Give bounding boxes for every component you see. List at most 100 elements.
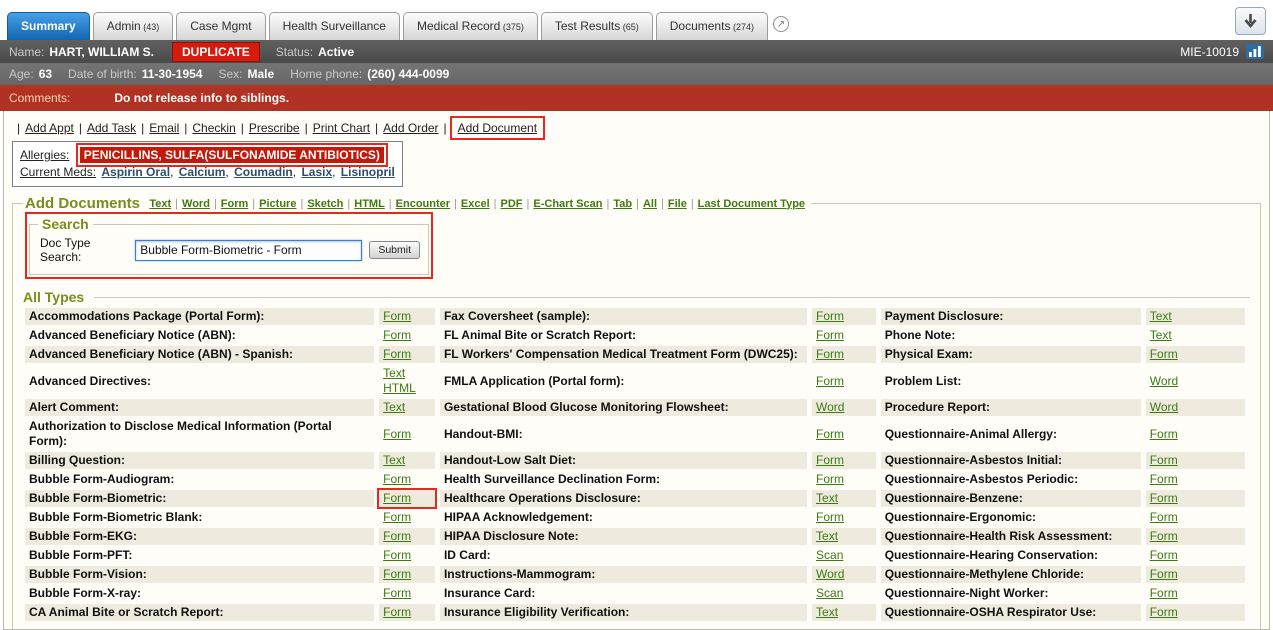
doc-type-link-form[interactable]: Form <box>383 567 411 581</box>
doc-type-link-scan[interactable]: Scan <box>816 548 843 562</box>
doc-type-link-form[interactable]: Form <box>383 309 411 323</box>
doc-type-link-form[interactable]: Form <box>1150 472 1178 486</box>
filter-picture[interactable]: Picture <box>259 198 296 210</box>
doc-type-link-form[interactable]: Form <box>1150 510 1178 524</box>
tab-test-results[interactable]: Test Results (65) <box>541 12 653 40</box>
duplicate-badge[interactable]: DUPLICATE <box>172 42 260 62</box>
filter-file[interactable]: File <box>668 198 687 210</box>
doc-type-link-text[interactable]: Text <box>1150 328 1172 342</box>
doc-type-link-form[interactable]: Form <box>383 548 411 562</box>
tab-medical-record[interactable]: Medical Record (375) <box>403 12 538 40</box>
med-coumadin[interactable]: Coumadin <box>234 165 293 179</box>
action-prescribe[interactable]: Prescribe <box>249 121 300 135</box>
filter-separator: | <box>661 198 664 210</box>
tab-admin[interactable]: Admin (43) <box>93 12 174 40</box>
doc-type-link-text[interactable]: Text <box>383 400 405 414</box>
download-button[interactable] <box>1235 7 1266 35</box>
allergies-link[interactable]: Allergies: <box>20 148 69 162</box>
doc-type-link-text[interactable]: Text <box>383 453 405 467</box>
doc-type-link-form[interactable]: Form <box>816 427 844 441</box>
action-add-task[interactable]: Add Task <box>87 121 136 135</box>
doc-type-link-form[interactable]: Form <box>383 427 411 441</box>
doc-type-link-word[interactable]: Word <box>1150 400 1178 414</box>
doc-type-link-form[interactable]: Form <box>383 586 411 600</box>
all-types-header: All Types <box>23 289 1250 305</box>
filter-excel[interactable]: Excel <box>461 198 490 210</box>
filter-form[interactable]: Form <box>221 198 249 210</box>
doc-type-link-form[interactable]: Form <box>816 309 844 323</box>
doc-type-link-form[interactable]: Form <box>1150 453 1178 467</box>
doc-type-name: Healthcare Operations Disclosure: <box>440 490 807 507</box>
doc-type-link-word[interactable]: Word <box>816 567 844 581</box>
doc-type-name: Accommodations Package (Portal Form): <box>25 308 374 325</box>
filter-encounter[interactable]: Encounter <box>396 198 450 210</box>
popout-icon[interactable]: ↗ <box>773 16 789 32</box>
tab-summary[interactable]: Summary <box>7 12 90 40</box>
doc-type-link-word[interactable]: Word <box>816 400 844 414</box>
doc-type-link-form[interactable]: Form <box>816 472 844 486</box>
doc-type-link-form[interactable]: Form <box>1150 605 1178 619</box>
filter-text[interactable]: Text <box>149 198 171 210</box>
doc-type-link-form[interactable]: Form <box>383 472 411 486</box>
doc-type-link-text[interactable]: Text <box>383 366 405 380</box>
doc-type-link-form[interactable]: Form <box>383 328 411 342</box>
doc-type-link-form[interactable]: Form <box>1150 586 1178 600</box>
filter-e-chart-scan[interactable]: E-Chart Scan <box>533 198 602 210</box>
doc-type-link-form[interactable]: Form <box>816 374 844 388</box>
tab-health-surveillance[interactable]: Health Surveillance <box>269 12 400 40</box>
action-print-chart[interactable]: Print Chart <box>313 121 370 135</box>
doc-type-link-form[interactable]: Form <box>816 453 844 467</box>
med-lasix[interactable]: Lasix <box>301 165 332 179</box>
filter-sketch[interactable]: Sketch <box>307 198 343 210</box>
doc-type-link-form[interactable]: Form <box>816 347 844 361</box>
med-aspirin-oral[interactable]: Aspirin Oral <box>101 165 170 179</box>
doc-type-link-form[interactable]: Form <box>1150 529 1178 543</box>
filter-pdf[interactable]: PDF <box>501 198 523 210</box>
doc-type-link-text[interactable]: Text <box>816 605 838 619</box>
filter-html[interactable]: HTML <box>354 198 385 210</box>
doc-type-link-form[interactable]: Form <box>383 347 411 361</box>
doc-type-search-input[interactable] <box>135 240 362 261</box>
doc-type-link-text[interactable]: Text <box>1150 309 1172 323</box>
filter-word[interactable]: Word <box>182 198 210 210</box>
doc-type-link-form[interactable]: Form <box>383 529 411 543</box>
doc-type-link-word[interactable]: Word <box>1150 374 1178 388</box>
doc-type-link-form[interactable]: Form <box>1150 548 1178 562</box>
doc-type-link-form[interactable]: Form <box>816 510 844 524</box>
doc-type-links: Form <box>812 452 876 469</box>
doc-type-link-text[interactable]: Text <box>816 529 838 543</box>
action-links: |Add Appt|Add Task|Email|Checkin|Prescri… <box>10 117 1263 141</box>
tab-case-mgmt[interactable]: Case Mgmt <box>176 12 265 40</box>
doc-type-link-form[interactable]: Form <box>816 328 844 342</box>
tab-documents[interactable]: Documents (274) <box>656 12 768 40</box>
action-email[interactable]: Email <box>149 121 179 135</box>
action-add-order[interactable]: Add Order <box>383 121 438 135</box>
doc-type-link-form[interactable]: Form <box>1150 427 1178 441</box>
submit-button[interactable]: Submit <box>369 241 420 259</box>
doc-type-link-form[interactable]: Form <box>1150 491 1178 505</box>
filter-tab[interactable]: Tab <box>613 198 632 210</box>
action-add-document[interactable]: Add Document <box>458 121 537 135</box>
filter-last-document-type[interactable]: Last Document Type <box>698 198 805 210</box>
doc-type-link-scan[interactable]: Scan <box>816 586 843 600</box>
allergy-value[interactable]: PENICILLINS, SULFA(SULFONAMIDE ANTIBIOTI… <box>80 147 384 163</box>
doc-type-link-form[interactable]: Form <box>383 491 411 505</box>
doc-type-link-form[interactable]: Form <box>383 605 411 619</box>
filter-all[interactable]: All <box>643 198 657 210</box>
status-value: Active <box>318 45 354 59</box>
current-meds-link[interactable]: Current Meds: <box>20 165 96 179</box>
doc-type-link-form[interactable]: Form <box>1150 347 1178 361</box>
tab-count: (375) <box>500 22 524 32</box>
action-add-appt[interactable]: Add Appt <box>25 121 74 135</box>
filter-separator: | <box>454 198 457 210</box>
comments-bar: Comments: Do not release info to sibling… <box>0 85 1273 111</box>
action-checkin[interactable]: Checkin <box>192 121 235 135</box>
doc-type-link-text[interactable]: Text <box>816 491 838 505</box>
search-row: Doc Type Search: Submit <box>38 236 420 264</box>
med-calcium[interactable]: Calcium <box>179 165 226 179</box>
doc-type-link-form[interactable]: Form <box>1150 567 1178 581</box>
flowsheet-chart-icon[interactable] <box>1246 44 1264 59</box>
doc-type-link-html[interactable]: HTML <box>383 381 416 395</box>
med-lisinopril[interactable]: Lisinopril <box>341 165 395 179</box>
doc-type-link-form[interactable]: Form <box>383 510 411 524</box>
